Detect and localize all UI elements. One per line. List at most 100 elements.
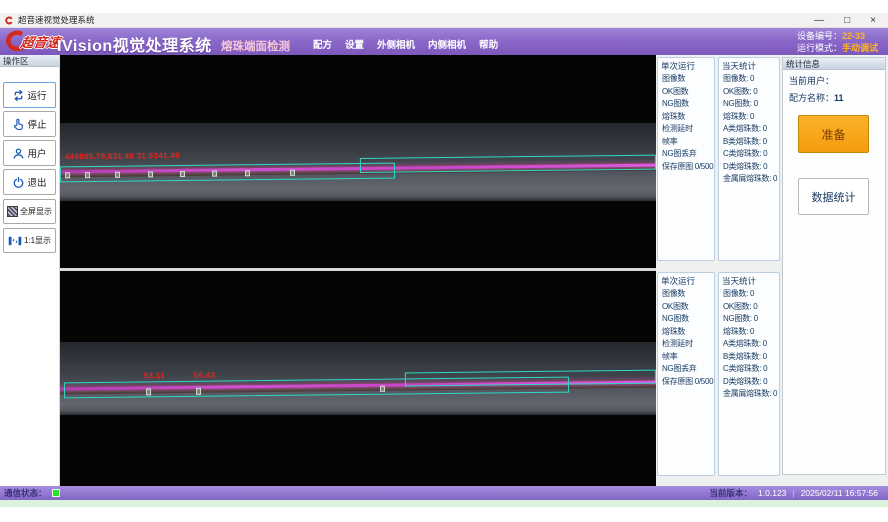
user-button-label: 用户	[27, 146, 46, 160]
device-info: 设备编号：22-33 运行模式：手动调试	[797, 30, 878, 54]
stat-row: 图像数: 0	[719, 288, 779, 301]
user-icon	[12, 147, 25, 160]
title-bar-app-icon	[5, 16, 14, 25]
groupbox-title: 单次运行	[661, 275, 695, 287]
operation-sidebar: 操作区 运行 停止 用户 退出	[0, 55, 60, 486]
comm-status-indicator	[52, 489, 60, 497]
stat-row: NG图数: 0	[719, 98, 779, 111]
stat-row: NG图丢弃	[658, 363, 714, 376]
stat-row: OK图数: 0	[719, 301, 779, 314]
detection-mark	[148, 171, 153, 177]
single-run-groupbox: 单次运行 图像数 OK图数 NG图数 熔珠数 检测延时 帧率 NG图丢弃 保存原…	[657, 272, 715, 476]
window-bottom-edge	[0, 500, 888, 507]
stat-row: 保存原图 0/500	[658, 161, 714, 174]
fullscreen-button-label: 全屏显示	[20, 206, 52, 217]
page-subtitle: 熔珠端面检测	[221, 38, 290, 54]
stat-row: 熔珠数	[658, 326, 714, 339]
exit-button-label: 退出	[27, 175, 46, 189]
stat-row: 图像数: 0	[719, 73, 779, 86]
info-panel-title: 统计信息	[783, 58, 885, 70]
run-mode-value: 手动调试	[842, 43, 878, 53]
stat-row: NG图丢弃	[658, 148, 714, 161]
stat-row: 图像数	[658, 73, 714, 86]
title-bar: 超音速视觉处理系统 — □ ×	[0, 13, 888, 28]
exit-button[interactable]: 退出	[3, 169, 56, 195]
minimize-button[interactable]: —	[814, 13, 824, 28]
stat-row: 金属屑熔珠数: 0	[719, 388, 779, 401]
menu-item-help[interactable]: 帮助	[479, 37, 498, 51]
run-button-label: 运行	[27, 88, 46, 102]
menu-item-recipe[interactable]: 配方	[313, 37, 332, 51]
stat-row: A类熔珠数: 0	[719, 338, 779, 351]
status-separator: |	[792, 488, 794, 498]
detection-mark	[290, 170, 295, 176]
menu-bar: 配方 设置 外侧相机 内侧相机 帮助	[313, 37, 498, 51]
power-icon	[12, 176, 25, 189]
menu-item-outer-camera[interactable]: 外侧相机	[377, 37, 415, 51]
status-bar: 通信状态： 当前版本： 1.0.123 | 2025/02/11 16:57:5…	[0, 486, 888, 500]
detection-mark	[115, 172, 120, 178]
outer-camera-viewport[interactable]: 449885.79,831.49 31.5341.49	[60, 55, 656, 268]
stat-row: 保存原图 0/500	[658, 376, 714, 389]
data-statistics-button[interactable]: 数据统计	[798, 178, 869, 215]
stat-row: 熔珠数: 0	[719, 326, 779, 339]
detection-mark	[212, 171, 217, 177]
one-to-one-icon	[8, 236, 22, 246]
fullscreen-button[interactable]: 全屏显示	[3, 199, 56, 224]
stat-row: B类熔珠数: 0	[719, 136, 779, 149]
window-title: 超音速视觉处理系统	[18, 14, 95, 26]
stat-row: NG图数	[658, 98, 714, 111]
stop-button[interactable]: 停止	[3, 111, 56, 137]
detection-mark	[380, 386, 385, 392]
stat-row: NG图数	[658, 313, 714, 326]
close-button[interactable]: ×	[870, 13, 876, 28]
menu-item-settings[interactable]: 设置	[345, 37, 364, 51]
run-cycle-icon	[12, 89, 25, 102]
run-button[interactable]: 运行	[3, 82, 56, 108]
today-stats-groupbox: 当天统计 图像数: 0 OK图数: 0 NG图数: 0 熔珠数: 0 A类熔珠数…	[718, 57, 780, 261]
brand-logo: 超音速	[3, 30, 60, 52]
inner-camera-viewport[interactable]: 53.11 56.43	[60, 271, 656, 486]
detection-mark	[245, 170, 250, 176]
groupbox-title: 当天统计	[722, 60, 756, 72]
groupbox-title: 当天统计	[722, 275, 756, 287]
comm-status-label: 通信状态：	[4, 487, 47, 499]
recipe-name-label: 配方名称：	[789, 93, 834, 103]
device-id-value: 22-33	[842, 31, 865, 41]
one-to-one-button[interactable]: 1:1显示	[3, 228, 56, 253]
stat-row: 检测延时	[658, 123, 714, 136]
stats-panel-bottom: 单次运行 图像数 OK图数 NG图数 熔珠数 检测延时 帧率 NG图丢弃 保存原…	[657, 272, 780, 476]
detection-mark	[146, 388, 151, 395]
one-to-one-button-label: 1:1显示	[24, 235, 51, 246]
version-value: 1.0.123	[758, 488, 786, 498]
detection-mark	[196, 388, 201, 395]
stat-row: D类熔珠数: 0	[719, 376, 779, 389]
maximize-button[interactable]: □	[844, 13, 850, 28]
menu-item-inner-camera[interactable]: 内侧相机	[428, 37, 466, 51]
version-label: 当前版本：	[710, 487, 753, 499]
stop-hand-icon	[12, 118, 25, 131]
stat-row: 帧率	[658, 351, 714, 364]
sidebar-title: 操作区	[0, 55, 59, 67]
stop-button-label: 停止	[27, 117, 46, 131]
stat-row: 熔珠数: 0	[719, 111, 779, 124]
user-button[interactable]: 用户	[3, 140, 56, 166]
stat-row: OK图数	[658, 301, 714, 314]
stat-row: 金属屑熔珠数: 0	[719, 173, 779, 186]
datetime-value: 2025/02/11 16:57:56	[801, 488, 878, 498]
brand-name: 超音速	[19, 32, 61, 51]
stat-row: 检测延时	[658, 338, 714, 351]
detection-box	[405, 370, 656, 387]
prepare-button[interactable]: 准备	[798, 115, 869, 153]
measurement-label: 56.43	[194, 371, 216, 380]
stat-row: OK图数: 0	[719, 86, 779, 99]
detection-mark	[85, 172, 90, 178]
detection-mark	[65, 172, 70, 178]
single-run-groupbox: 单次运行 图像数 OK图数 NG图数 熔珠数 检测延时 帧率 NG图丢弃 保存原…	[657, 57, 715, 261]
detection-box	[60, 163, 395, 183]
detection-mark	[180, 171, 185, 177]
stats-panel-top: 单次运行 图像数 OK图数 NG图数 熔珠数 检测延时 帧率 NG图丢弃 保存原…	[657, 57, 780, 261]
device-id-label: 设备编号：	[797, 31, 842, 41]
stat-row: NG图数: 0	[719, 313, 779, 326]
stat-row: OK图数	[658, 86, 714, 99]
